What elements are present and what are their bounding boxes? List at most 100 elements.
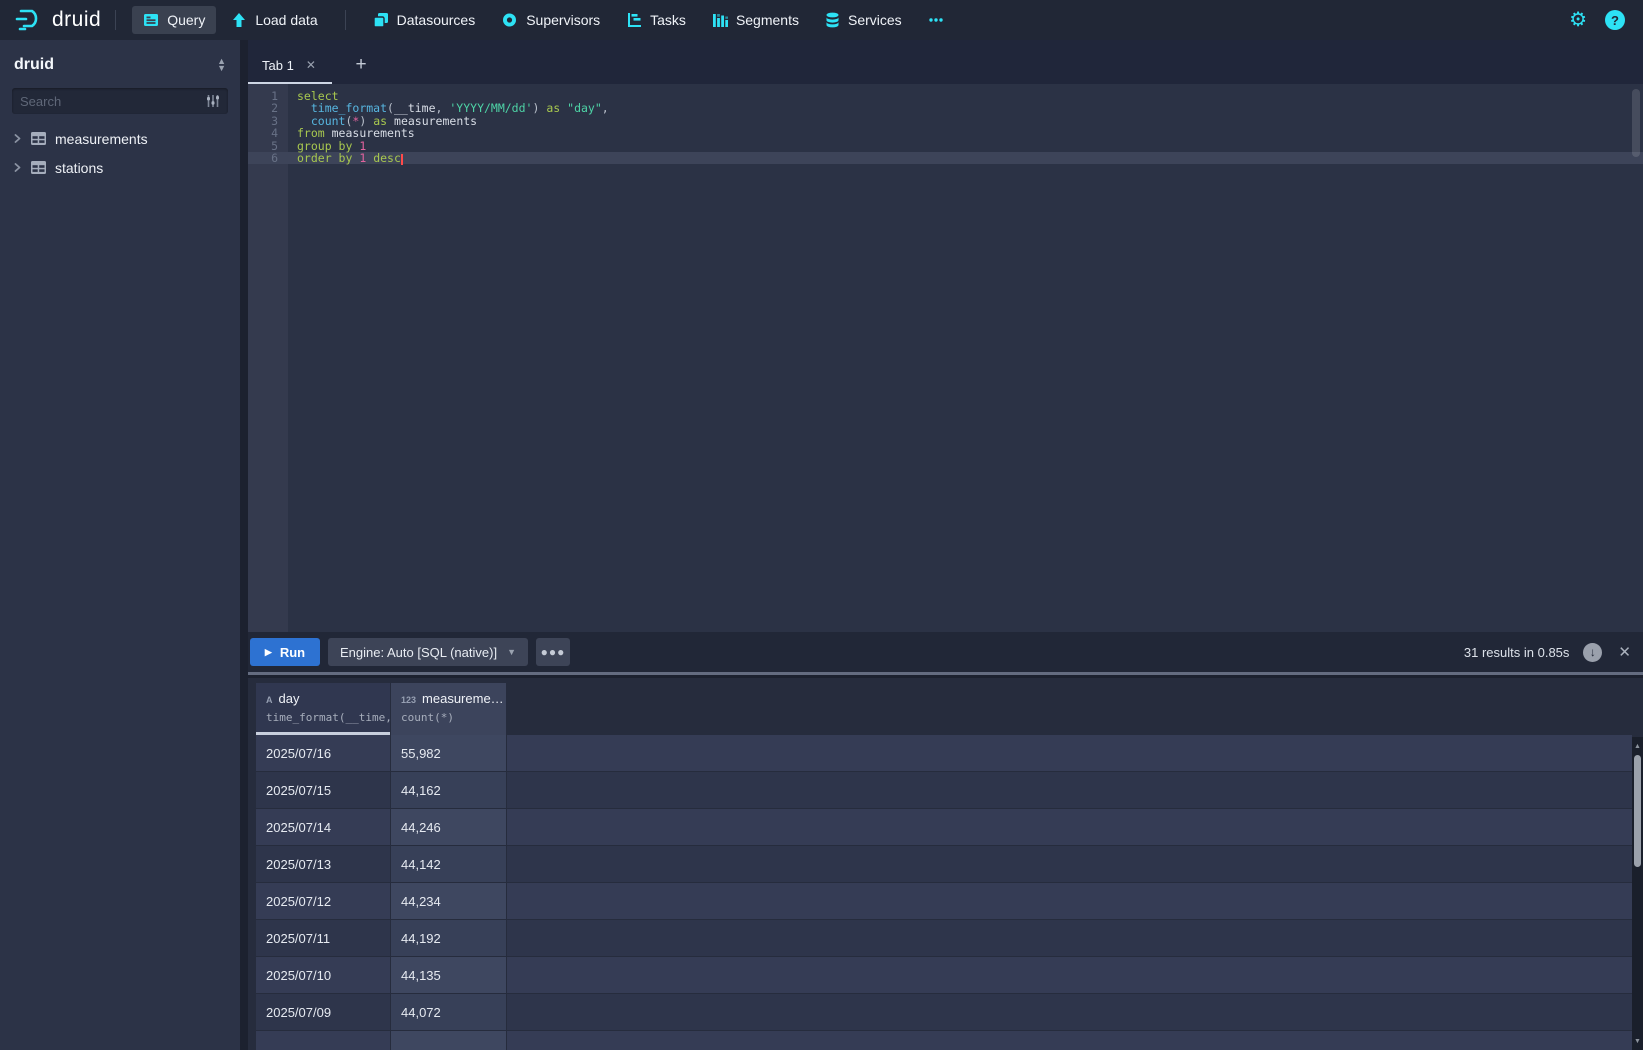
gear-icon[interactable]: ⚙ xyxy=(1569,10,1587,30)
table-name: measurements xyxy=(55,131,148,147)
table-row[interactable]: 2025/07/1444,246 xyxy=(256,809,1632,846)
table-icon xyxy=(31,161,46,174)
run-label: Run xyxy=(280,645,305,660)
code-line-3: 3 count(*) as measurements xyxy=(248,115,1643,127)
nav-label: Supervisors xyxy=(526,12,600,28)
table-row[interactable] xyxy=(256,1031,1632,1050)
cell-measurements[interactable]: 44,162 xyxy=(391,772,506,808)
cell-measurements[interactable]: 44,246 xyxy=(391,809,506,845)
cell-day[interactable]: 2025/07/14 xyxy=(256,809,390,845)
tab-bar: Tab 1 ✕ + xyxy=(248,40,1643,84)
nav-label: Load data xyxy=(255,12,317,28)
cell-day[interactable]: 2025/07/13 xyxy=(256,846,390,882)
plus-icon[interactable]: + xyxy=(344,48,378,82)
cell-day[interactable]: 2025/07/09 xyxy=(256,994,390,1030)
run-button[interactable]: ▶ Run xyxy=(250,638,320,666)
brand[interactable]: druid xyxy=(0,8,101,32)
sql-editor[interactable]: 1select2 time_format(__time, 'YYYY/MM/dd… xyxy=(248,84,1643,632)
cell-measurements[interactable]: 44,072 xyxy=(391,994,506,1030)
close-results-icon[interactable]: ✕ xyxy=(1618,643,1633,661)
row-filler xyxy=(507,735,1632,771)
table-row[interactable]: 2025/07/1544,162 xyxy=(256,772,1632,809)
cell-measurements[interactable] xyxy=(391,1031,506,1050)
eye-icon xyxy=(501,12,518,28)
datasources-icon xyxy=(373,12,389,28)
run-bar: ▶ Run Engine: Auto [SQL (native)] ▼ ●●● … xyxy=(248,632,1643,675)
nav-label: Segments xyxy=(736,12,799,28)
download-icon[interactable]: ↓ xyxy=(1583,643,1602,662)
cell-day[interactable]: 2025/07/16 xyxy=(256,735,390,771)
text-cursor xyxy=(401,154,403,165)
table-row[interactable]: 2025/07/0944,072 xyxy=(256,994,1632,1031)
line-number: 4 xyxy=(248,127,288,139)
table-tree: measurements stations xyxy=(0,124,240,182)
scroll-up-icon[interactable]: ▲ xyxy=(1632,739,1643,753)
table-row[interactable]: 2025/07/1344,142 xyxy=(256,846,1632,883)
line-number: 1 xyxy=(248,90,288,102)
editor-scrollbar-thumb[interactable] xyxy=(1632,89,1640,157)
nav-item-query[interactable]: Query xyxy=(132,6,216,34)
line-number: 3 xyxy=(248,115,288,127)
string-type-icon: A xyxy=(266,695,273,705)
line-number: 2 xyxy=(248,102,288,114)
table-row[interactable]: 2025/07/1144,192 xyxy=(256,920,1632,957)
help-icon[interactable]: ? xyxy=(1605,10,1625,30)
cell-measurements[interactable]: 44,234 xyxy=(391,883,506,919)
cell-day[interactable]: 2025/07/12 xyxy=(256,883,390,919)
column-header-day[interactable]: Aday time_format(__time,… xyxy=(256,683,390,735)
table-row[interactable]: 2025/07/1244,234 xyxy=(256,883,1632,920)
search-input[interactable] xyxy=(20,94,206,109)
row-filler xyxy=(507,1031,1632,1050)
code-lines: 1select2 time_format(__time, 'YYYY/MM/dd… xyxy=(248,90,1643,164)
results-scrollbar[interactable]: ▲ ▼ xyxy=(1632,737,1643,1050)
row-filler xyxy=(507,957,1632,993)
cell-measurements[interactable]: 44,192 xyxy=(391,920,506,956)
cell-day[interactable]: 2025/07/11 xyxy=(256,920,390,956)
column-header-measureme…[interactable]: 123measureme…count(*) xyxy=(391,683,506,735)
double-caret-vertical-icon[interactable]: ▲▼ xyxy=(217,58,226,72)
nav-label: Tasks xyxy=(650,12,686,28)
tree-item-measurements[interactable]: measurements xyxy=(0,124,240,153)
more-icon xyxy=(928,12,944,28)
nav-item-load-data[interactable]: Load data xyxy=(220,6,328,34)
cell-day[interactable]: 2025/07/10 xyxy=(256,957,390,993)
console-icon xyxy=(143,12,159,28)
engine-select-button[interactable]: Engine: Auto [SQL (native)] ▼ xyxy=(328,638,528,666)
nav-item-services[interactable]: Services xyxy=(814,6,913,34)
nav-item-more[interactable] xyxy=(917,6,955,34)
close-icon[interactable]: ✕ xyxy=(306,58,316,72)
scrollbar-thumb[interactable] xyxy=(1634,755,1641,867)
topbar-divider xyxy=(345,10,346,30)
scroll-down-icon[interactable]: ▼ xyxy=(1632,1034,1643,1048)
nav-item-supervisors[interactable]: Supervisors xyxy=(490,6,611,34)
results-panel: Aday time_format(__time,…123measureme…cou… xyxy=(248,678,1643,1050)
nav-item-tasks[interactable]: Tasks xyxy=(615,6,697,34)
filter-sliders-icon[interactable] xyxy=(206,94,220,108)
code-token: as xyxy=(546,101,560,115)
cell-day[interactable]: 2025/07/15 xyxy=(256,772,390,808)
schema-sidebar: druid ▲▼ measurementsstations xyxy=(0,40,240,1050)
row-filler xyxy=(507,846,1632,882)
cell-measurements[interactable]: 44,135 xyxy=(391,957,506,993)
top-navbar: druid Query Load data Datasources Superviso… xyxy=(0,0,1643,40)
more-options-button[interactable]: ●●● xyxy=(536,638,570,666)
row-filler xyxy=(507,920,1632,956)
engine-label: Engine: Auto [SQL (native)] xyxy=(340,645,497,660)
tab-tab1[interactable]: Tab 1 ✕ xyxy=(248,48,332,84)
results-info: 31 results in 0.85s xyxy=(1464,645,1570,660)
table-row[interactable]: 2025/07/1044,135 xyxy=(256,957,1632,994)
row-filler xyxy=(507,772,1632,808)
nav-item-datasources[interactable]: Datasources xyxy=(362,6,487,34)
cell-measurements[interactable]: 44,142 xyxy=(391,846,506,882)
nav-item-segments[interactable]: Segments xyxy=(701,6,810,34)
table-row[interactable]: 2025/07/1655,982 xyxy=(256,735,1632,772)
column-expression: time_format(__time,… xyxy=(266,711,390,724)
line-number: 5 xyxy=(248,140,288,152)
cell-day[interactable] xyxy=(256,1031,390,1050)
code-token: , xyxy=(602,101,609,115)
tree-item-stations[interactable]: stations xyxy=(0,153,240,182)
column-name: day xyxy=(279,691,300,706)
column-name: measureme… xyxy=(422,691,504,706)
gantt-icon xyxy=(626,12,642,28)
cell-measurements[interactable]: 55,982 xyxy=(391,735,506,771)
